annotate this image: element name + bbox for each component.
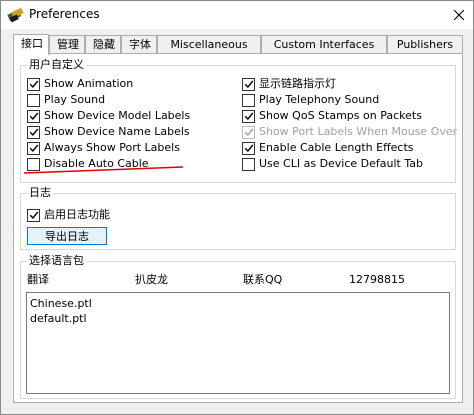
contact-qq-number: 12798815 [349, 273, 405, 286]
checkbox[interactable] [242, 77, 255, 91]
check-icon [244, 144, 253, 152]
check-icon [244, 128, 253, 136]
checkbox[interactable] [27, 109, 40, 123]
checkbox[interactable] [27, 157, 40, 171]
check-icon [29, 112, 38, 120]
option-label: Always Show Port Labels [44, 141, 180, 154]
check-icon [29, 144, 38, 152]
window-title: Preferences [29, 7, 100, 21]
tab-admin[interactable]: 管理 [49, 35, 85, 54]
checkbox[interactable] [27, 141, 40, 155]
option-label: 启用日志功能 [44, 208, 110, 221]
translator-name: 扒皮龙 [135, 273, 168, 286]
option-label: Show Device Model Labels [44, 109, 191, 122]
custom-options-group: 用户自定义 Show Animation Play Sound Show Dev… [20, 57, 457, 183]
option-label: Enable Cable Length Effects [259, 141, 414, 154]
check-icon [29, 80, 38, 88]
checkbox[interactable] [27, 77, 40, 91]
option-show-link-lights[interactable]: 显示链路指示灯 [242, 76, 336, 92]
tab-miscellaneous[interactable]: Miscellaneous [157, 35, 261, 54]
tab-publishers[interactable]: Publishers [387, 35, 463, 54]
close-button[interactable] [445, 1, 473, 29]
check-icon [29, 211, 38, 219]
tab-interface[interactable]: 接口 [13, 34, 49, 55]
check-icon [244, 80, 253, 88]
option-label: Show QoS Stamps on Packets [259, 109, 422, 122]
tab-font[interactable]: 字体 [121, 35, 157, 54]
option-show-qos-stamps[interactable]: Show QoS Stamps on Packets [242, 108, 422, 124]
option-play-sound[interactable]: Play Sound [27, 92, 105, 108]
contact-qq-label: 联系QQ [243, 273, 283, 286]
option-show-device-name-labels[interactable]: Show Device Name Labels [27, 124, 190, 140]
check-icon [29, 128, 38, 136]
checkbox [242, 125, 255, 139]
option-disable-auto-cable[interactable]: Disable Auto Cable [27, 156, 149, 172]
checkbox[interactable] [242, 109, 255, 123]
title-bar: Preferences [1, 1, 473, 29]
checkbox[interactable] [27, 125, 40, 139]
list-item[interactable]: default.ptl [30, 312, 87, 326]
translator-label: 翻译 [27, 273, 49, 286]
group-title-language: 选择语言包 [27, 253, 86, 269]
check-icon [244, 112, 253, 120]
option-show-animation[interactable]: Show Animation [27, 76, 133, 92]
checkbox[interactable] [27, 93, 40, 107]
option-label: Show Device Name Labels [44, 125, 190, 138]
option-show-port-labels-mouse-over: Show Port Labels When Mouse Over [242, 124, 457, 140]
tab-custom-interfaces[interactable]: Custom Interfaces [261, 35, 387, 54]
log-group: 日志 启用日志功能 导出日志 [20, 185, 456, 250]
group-title-custom: 用户自定义 [27, 57, 86, 73]
tab-panel: 用户自定义 Show Animation Play Sound Show Dev… [13, 53, 463, 403]
checkbox[interactable] [27, 208, 40, 222]
option-label: Use CLI as Device Default Tab [259, 157, 423, 170]
group-title-log: 日志 [27, 185, 53, 201]
option-play-telephony-sound[interactable]: Play Telephony Sound [242, 92, 379, 108]
option-show-device-model-labels[interactable]: Show Device Model Labels [27, 108, 190, 124]
option-label: Disable Auto Cable [44, 157, 149, 170]
option-use-cli-default-tab[interactable]: Use CLI as Device Default Tab [242, 156, 423, 172]
option-enable-cable-length-effects[interactable]: Enable Cable Length Effects [242, 140, 414, 156]
list-item[interactable]: Chinese.ptl [30, 297, 92, 311]
packet-tracer-icon [7, 6, 25, 24]
option-enable-logging[interactable]: 启用日志功能 [27, 207, 110, 223]
option-label: 显示链路指示灯 [259, 77, 336, 90]
tab-strip: 接口 管理 隐藏 字体 Miscellaneous Custom Interfa… [13, 34, 463, 55]
preferences-window: Preferences 接口 管理 隐藏 字体 Miscellaneous Cu… [0, 0, 474, 415]
option-label: Show Port Labels When Mouse Over [259, 125, 458, 138]
option-label: Play Telephony Sound [259, 93, 380, 106]
language-pack-list[interactable]: Chinese.ptl default.ptl [26, 292, 450, 394]
tab-hidden[interactable]: 隐藏 [85, 35, 121, 54]
language-pack-group: 选择语言包 翻译 扒皮龙 联系QQ 12798815 Chinese.ptl d… [20, 253, 456, 399]
option-label: Play Sound [44, 93, 106, 106]
close-icon [454, 10, 464, 20]
option-label: Show Animation [44, 77, 134, 90]
checkbox[interactable] [242, 157, 255, 171]
checkbox[interactable] [242, 93, 255, 107]
export-log-button[interactable]: 导出日志 [27, 227, 107, 245]
option-always-show-port-labels[interactable]: Always Show Port Labels [27, 140, 180, 156]
checkbox[interactable] [242, 141, 255, 155]
